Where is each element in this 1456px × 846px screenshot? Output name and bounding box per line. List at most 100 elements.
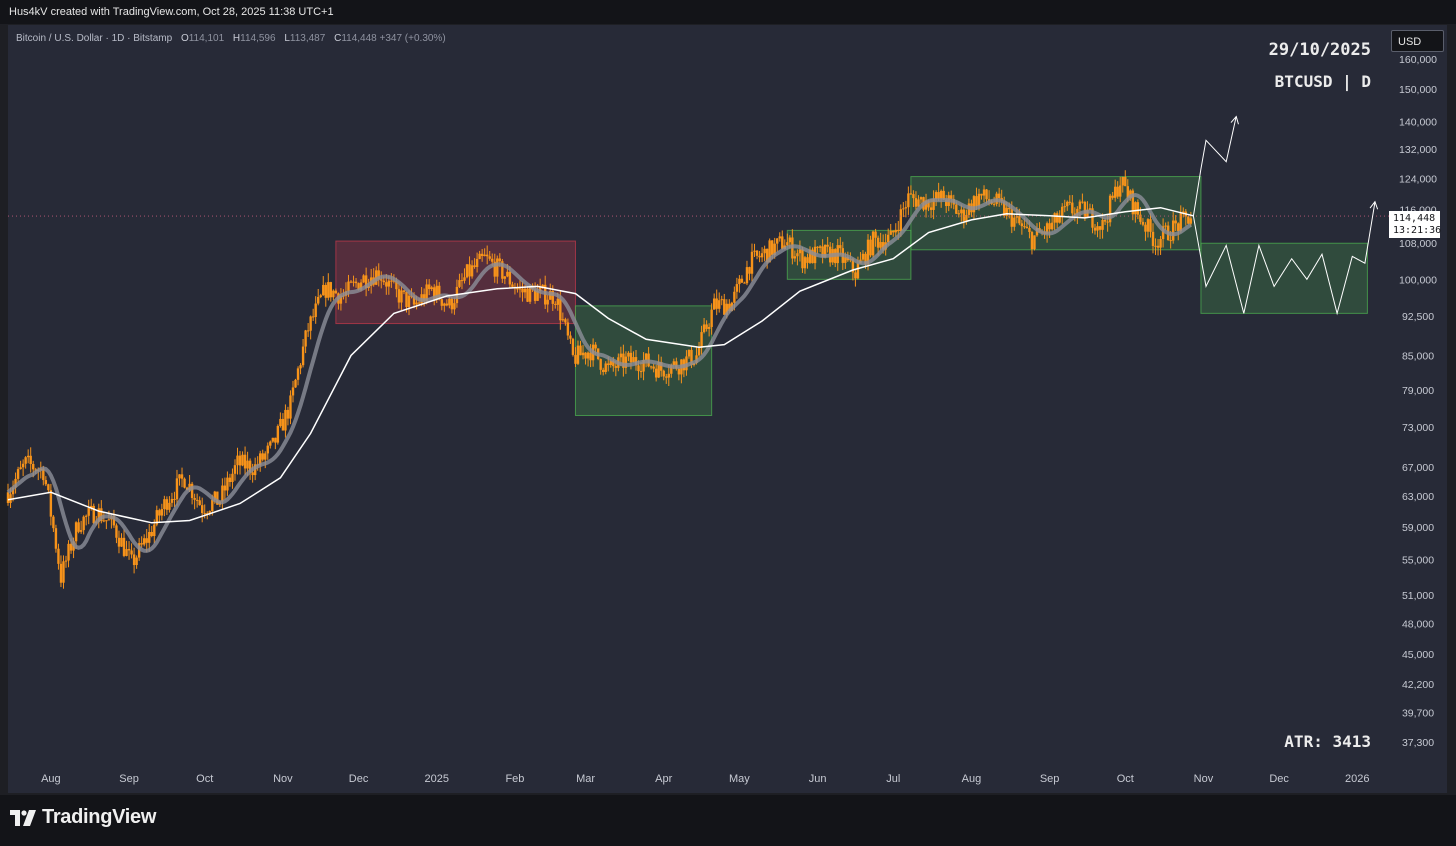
candle-body xyxy=(874,231,877,238)
y-tick-label: 124,000 xyxy=(1399,173,1437,185)
candle-body xyxy=(508,271,512,285)
candle-body xyxy=(1106,221,1109,223)
candle-body xyxy=(284,409,287,431)
x-tick-label: 2025 xyxy=(425,773,449,785)
candle-body xyxy=(233,465,237,474)
candle-body xyxy=(324,284,327,298)
candle-body xyxy=(586,352,590,359)
candle-body xyxy=(195,499,199,501)
candle-body xyxy=(120,537,123,547)
candle-body xyxy=(327,282,330,298)
candle-body xyxy=(427,284,431,290)
high-value: 114,596 xyxy=(240,33,276,44)
candle-body xyxy=(602,369,605,372)
candle-body xyxy=(1136,202,1140,215)
candle-body xyxy=(223,485,227,491)
y-tick-label: 92,500 xyxy=(1402,311,1434,323)
tradingview-brand: TradingView xyxy=(42,806,157,828)
y-tick-label: 37,300 xyxy=(1402,737,1434,749)
candle-body xyxy=(937,192,940,199)
candle-body xyxy=(301,346,305,366)
candle-body xyxy=(243,454,247,469)
candle-body xyxy=(163,499,166,510)
candle-body xyxy=(982,189,986,196)
close-value: 114,448 xyxy=(341,33,377,44)
candle-body xyxy=(317,296,320,304)
y-tick-label: 85,000 xyxy=(1402,351,1434,363)
candle-body xyxy=(705,324,708,329)
footer-bar xyxy=(0,795,1456,846)
candle-body xyxy=(226,477,229,491)
candle-body xyxy=(296,368,300,380)
candle-body xyxy=(614,366,618,368)
candle-body xyxy=(1078,201,1082,209)
candle-body xyxy=(430,287,433,290)
candle-body xyxy=(1048,223,1051,230)
candle-body xyxy=(718,300,721,309)
candle-body xyxy=(311,316,315,318)
candle-body xyxy=(140,543,143,545)
candle-body xyxy=(74,522,78,542)
candle-body xyxy=(148,531,151,543)
x-tick-label: Apr xyxy=(655,773,672,785)
y-tick-label: 73,000 xyxy=(1402,422,1434,434)
candle-body xyxy=(806,257,809,263)
candle-body xyxy=(24,457,27,464)
y-tick-label: 100,000 xyxy=(1399,274,1437,286)
candle-body xyxy=(193,497,196,500)
candle-body xyxy=(1154,245,1157,247)
candle-body xyxy=(64,560,68,562)
candle-body xyxy=(796,253,799,257)
candle-body xyxy=(962,209,966,221)
candle-body xyxy=(665,376,668,378)
candle-body xyxy=(929,207,933,210)
candle-body xyxy=(347,281,350,292)
candle-body xyxy=(803,257,807,269)
x-tick-label: Sep xyxy=(119,773,139,785)
candle-body xyxy=(453,303,456,310)
candle-body xyxy=(566,322,570,336)
candle-body xyxy=(604,363,607,372)
candle-body xyxy=(67,543,70,561)
candle-body xyxy=(755,250,759,256)
candle-body xyxy=(478,253,481,259)
candle-body xyxy=(599,359,602,370)
candle-body xyxy=(77,522,80,532)
price-chart[interactable]: 160,000150,000140,000132,000124,000116,0… xyxy=(0,0,1456,846)
candle-body xyxy=(720,299,723,301)
candle-body xyxy=(271,437,275,442)
candle-body xyxy=(589,352,592,361)
time-axis: Aug Sep Oct Nov Dec 2025 Feb Mar Apr May Jun Jul Aug… xyxy=(41,773,1369,785)
candle-body xyxy=(662,370,665,377)
candle-body xyxy=(1020,223,1024,227)
candle-body xyxy=(458,280,461,287)
candle-body xyxy=(869,239,872,256)
candle-body xyxy=(816,246,819,248)
candle-body xyxy=(1093,227,1097,231)
candle-body xyxy=(496,258,499,277)
x-tick-label: Nov xyxy=(273,773,293,785)
candle-body xyxy=(322,284,325,296)
candle-body xyxy=(279,418,282,426)
candle-body xyxy=(576,345,580,364)
candle-body xyxy=(569,335,572,339)
candle-body xyxy=(654,368,658,378)
candle-body xyxy=(1063,206,1066,208)
tradingview-logo[interactable]: TradingView xyxy=(10,806,156,829)
candle-body xyxy=(183,478,186,488)
candle-body xyxy=(47,484,50,491)
candle-body xyxy=(1116,186,1119,197)
candle-body xyxy=(480,253,484,257)
candle-body xyxy=(899,209,903,232)
candle-body xyxy=(448,298,451,306)
range-boxes xyxy=(335,176,1368,416)
candle-body xyxy=(801,249,804,269)
candle-body xyxy=(629,352,633,363)
candle-body xyxy=(170,498,174,503)
candle-body xyxy=(445,303,449,306)
currency-button[interactable]: USD xyxy=(1391,30,1444,52)
candle-body xyxy=(198,500,201,506)
candle-body xyxy=(839,245,842,249)
candle-body xyxy=(1025,226,1029,229)
candle-body xyxy=(1071,202,1074,214)
